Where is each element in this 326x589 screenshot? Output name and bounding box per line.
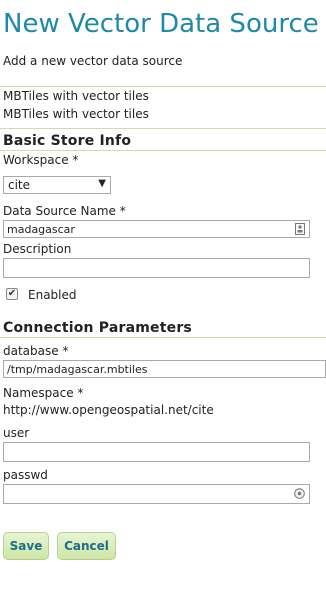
workspace-label: Workspace *	[3, 153, 79, 167]
description-label: Description	[3, 242, 72, 256]
chevron-down-icon: ▼	[98, 178, 106, 189]
passwd-label: passwd	[3, 468, 48, 482]
save-button[interactable]: Save	[3, 532, 49, 560]
connection-heading: Connection Parameters	[3, 320, 192, 336]
description-input[interactable]	[3, 258, 310, 278]
database-input[interactable]: /tmp/madagascar.mbtiles	[3, 360, 326, 378]
id-card-icon	[294, 223, 305, 235]
store-type-line-1: MBTiles with vector tiles	[3, 89, 149, 103]
datasource-name-label: Data Source Name *	[3, 204, 126, 218]
passwd-input[interactable]	[3, 484, 310, 504]
datasource-name-input[interactable]: madagascar	[3, 220, 310, 238]
page-title: New Vector Data Source	[3, 9, 319, 39]
namespace-value: http://www.opengeospatial.net/cite	[3, 403, 214, 417]
divider-basic	[0, 128, 326, 129]
divider-basic-heading	[0, 150, 326, 151]
basic-store-heading: Basic Store Info	[3, 133, 132, 149]
datasource-name-value: madagascar	[7, 223, 75, 236]
divider-connection	[0, 337, 326, 338]
enabled-label: Enabled	[28, 288, 77, 302]
user-label: user	[3, 426, 30, 440]
key-icon	[294, 488, 305, 500]
page-subtitle: Add a new vector data source	[3, 54, 183, 68]
divider-top	[0, 86, 326, 87]
database-label: database *	[3, 344, 69, 358]
cancel-button[interactable]: Cancel	[57, 532, 116, 560]
enabled-checkbox[interactable]: ✔	[6, 288, 18, 300]
user-input[interactable]	[3, 442, 310, 462]
workspace-select-value: cite	[8, 178, 31, 192]
namespace-label: Namespace *	[3, 386, 84, 400]
workspace-select[interactable]: cite ▼	[3, 176, 111, 194]
store-type-line-2: MBTiles with vector tiles	[3, 107, 149, 121]
